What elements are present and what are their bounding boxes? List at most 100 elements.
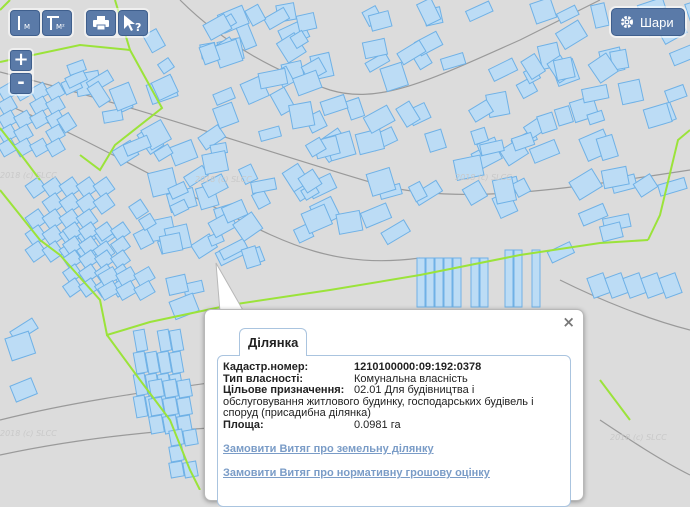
parcel[interactable] [658, 272, 683, 299]
parcel[interactable] [4, 330, 37, 362]
parcel[interactable] [604, 272, 629, 299]
parcel[interactable] [380, 219, 412, 246]
identify-button[interactable]: ? [118, 10, 148, 36]
parcel[interactable] [617, 78, 645, 106]
parcel[interactable] [552, 56, 576, 82]
popup-tail [215, 262, 245, 313]
parcel[interactable] [529, 0, 558, 25]
parcel[interactable] [168, 460, 185, 479]
watermark-5: 2018 (c) SLCC [610, 433, 667, 442]
purpose-value-line3: споруд (присадибна ділянка) [223, 407, 371, 419]
parcel[interactable] [132, 328, 149, 353]
parcel[interactable] [546, 241, 576, 264]
layers-button[interactable]: Шари [611, 8, 685, 36]
parcel[interactable] [439, 52, 467, 71]
parcel[interactable] [622, 272, 647, 299]
order-valuation-extract-link[interactable]: Замовити Витяг про нормативну грошову оц… [223, 467, 490, 479]
parcel[interactable] [416, 257, 426, 308]
parcel[interactable] [568, 167, 604, 201]
parcel[interactable] [182, 428, 199, 447]
svg-text:M: M [24, 23, 30, 31]
parcel[interactable] [258, 125, 283, 143]
measure-area-button[interactable]: M² [42, 10, 72, 36]
parcel-popup: × Ділянка Кадастр.номер: 1210100000:09:1… [204, 309, 584, 507]
purpose-row: Цільове призначення: 02.01 Для будівницт… [223, 384, 563, 397]
parcel-info-panel: Кадастр.номер: 1210100000:09:192:0378 Ти… [217, 355, 571, 507]
watermark-3: 2018 (c) SLCC [0, 171, 57, 180]
parcel[interactable] [424, 128, 447, 153]
identify-icon: ? [124, 15, 141, 32]
parcel[interactable] [156, 56, 176, 75]
parcel[interactable] [487, 57, 519, 83]
tools-toolbar: ? [84, 8, 150, 38]
parcel[interactable] [553, 105, 575, 127]
parcel[interactable] [531, 249, 541, 308]
parcel[interactable] [101, 108, 124, 124]
parcel[interactable] [657, 176, 688, 197]
parcel[interactable] [513, 249, 523, 308]
zoom-in-button[interactable]: + [10, 50, 32, 71]
measure-length-button[interactable]: M [10, 10, 40, 36]
parcel[interactable] [288, 101, 316, 130]
parcel[interactable] [201, 150, 230, 176]
parcel[interactable] [452, 257, 462, 308]
parcel[interactable] [295, 11, 318, 33]
parcel[interactable] [45, 137, 66, 158]
watermark-2: 2018 (c) SLCC [455, 173, 512, 182]
parcel[interactable] [555, 4, 580, 24]
measure-area-icon: M² [47, 16, 65, 31]
close-icon[interactable]: × [562, 313, 575, 331]
parcel[interactable] [211, 101, 240, 130]
parcel[interactable] [663, 83, 688, 104]
layers-label: Шари [640, 14, 674, 30]
parcel[interactable] [640, 272, 665, 299]
parcel[interactable] [464, 0, 494, 23]
area-label: Площа: [223, 418, 264, 431]
parcel[interactable] [148, 396, 165, 417]
parcel[interactable] [668, 43, 690, 67]
parcel[interactable] [598, 221, 624, 243]
parcel[interactable] [510, 131, 536, 152]
measure-length-icon: M [18, 16, 30, 31]
parcel[interactable] [684, 0, 690, 28]
area-value: 0.0981 га [354, 418, 401, 431]
parcel[interactable] [461, 179, 489, 206]
parcel[interactable] [354, 128, 386, 156]
parcel[interactable] [176, 378, 193, 399]
parcel[interactable] [165, 273, 190, 296]
zoom-out-button[interactable]: - [10, 73, 32, 94]
parcel[interactable] [319, 93, 349, 117]
purpose-label: Цільове призначення: [223, 384, 345, 396]
parcel-info: Кадастр.номер: 1210100000:09:192:0378 Ти… [223, 361, 563, 431]
tab-parcel[interactable]: Ділянка [239, 328, 308, 356]
printer-icon [93, 16, 109, 31]
parcel[interactable] [133, 279, 156, 302]
parcel[interactable] [9, 377, 38, 403]
measure-toolbar: M M² [8, 8, 74, 38]
svg-text:?: ? [135, 21, 141, 32]
parcel[interactable] [425, 257, 435, 308]
parcel[interactable] [92, 192, 116, 215]
parcel[interactable] [632, 173, 659, 198]
parcel[interactable] [158, 232, 184, 255]
cadastral-number: 1210100000:09:192:0378 [354, 361, 482, 373]
parcel[interactable] [443, 257, 453, 308]
watermark-4: 2018 (c) SLCC [0, 429, 57, 438]
parcel[interactable] [359, 202, 393, 229]
zoom-control: + - [8, 48, 34, 96]
parcel[interactable] [176, 396, 193, 417]
cadastral-row: Кадастр.номер: 1210100000:09:192:0378 [223, 361, 563, 374]
watermark-1: 2018 (c) SLCC [195, 175, 252, 184]
parcel[interactable] [434, 257, 444, 308]
parcel[interactable] [642, 102, 673, 130]
parcel[interactable] [479, 257, 489, 308]
print-button[interactable] [86, 10, 116, 36]
parcel[interactable] [148, 414, 165, 435]
parcel[interactable] [554, 19, 589, 51]
order-parcel-extract-link[interactable]: Замовити Витяг про земельну ділянку [223, 443, 434, 455]
parcel[interactable] [580, 84, 610, 104]
parcel[interactable] [590, 2, 610, 29]
parcel[interactable] [162, 378, 179, 399]
parcel[interactable] [344, 96, 366, 121]
parcel[interactable] [335, 209, 364, 235]
